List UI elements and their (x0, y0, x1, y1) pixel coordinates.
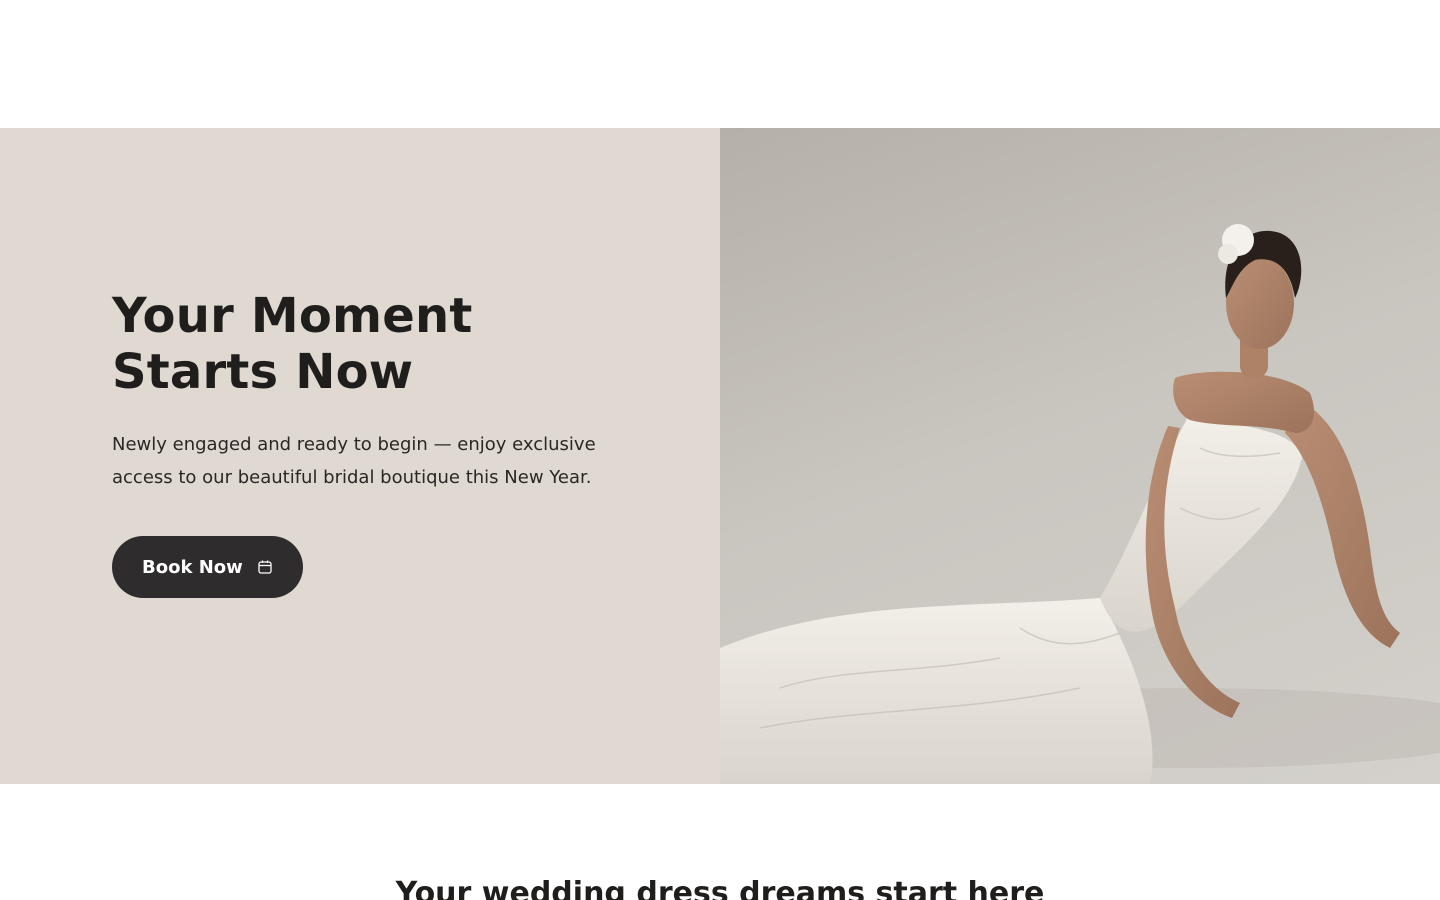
header-area (0, 0, 1440, 128)
bride-illustration (720, 224, 1440, 784)
hero-subtitle-line-1: Newly engaged and ready to begin — enjoy… (112, 434, 596, 455)
book-now-label: Book Now (142, 556, 243, 578)
hero-text-panel: Your Moment Starts Now Newly engaged and… (0, 128, 720, 784)
bride-photo (720, 128, 1440, 784)
hero-subtitle: Newly engaged and ready to begin — enjoy… (112, 428, 622, 494)
hero-subtitle-line-2: access to our beautiful bridal boutique … (112, 467, 592, 488)
book-now-button[interactable]: Book Now (112, 536, 303, 598)
hero-title-line-2: Starts Now (112, 344, 414, 400)
hero-section: Your Moment Starts Now Newly engaged and… (0, 128, 1440, 784)
calendar-icon (257, 559, 273, 575)
page: Your Moment Starts Now Newly engaged and… (0, 0, 1440, 900)
section-title: Your wedding dress dreams start here (395, 876, 1045, 900)
hero-title-line-1: Your Moment (112, 288, 473, 344)
hero-title: Your Moment Starts Now (112, 288, 632, 400)
hero-text-block: Your Moment Starts Now Newly engaged and… (112, 288, 632, 598)
